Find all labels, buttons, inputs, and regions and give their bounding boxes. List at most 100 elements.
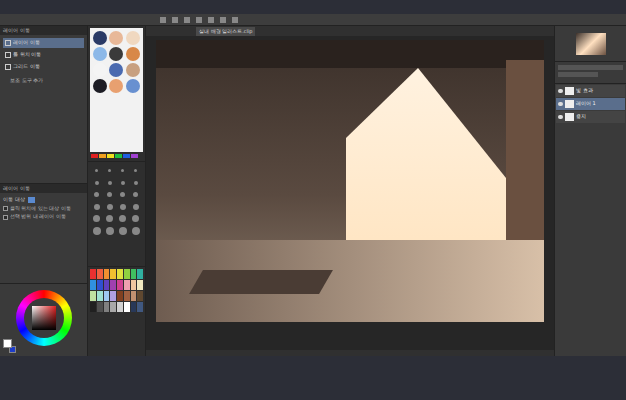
brush-size-dot[interactable] — [131, 202, 140, 211]
brush-size-dot[interactable] — [92, 178, 101, 187]
brush-size-dot[interactable] — [118, 202, 127, 211]
strip-swatch[interactable] — [115, 154, 122, 158]
color-set-cell[interactable] — [104, 269, 110, 279]
color-set-cell[interactable] — [97, 280, 103, 290]
brush-size-dot[interactable] — [92, 166, 101, 175]
brush-size-dot[interactable] — [105, 202, 114, 211]
color-set-cell[interactable] — [90, 291, 96, 301]
layer-row[interactable]: 용지 — [556, 111, 625, 123]
color-set-cell[interactable] — [137, 291, 143, 301]
property-option[interactable]: 클릭 위치에 있는 대상 이동 — [0, 206, 87, 213]
opacity-slider[interactable] — [558, 65, 623, 70]
color-set-cell[interactable] — [137, 269, 143, 279]
brush-size-dot[interactable] — [118, 190, 127, 199]
color-set-cell[interactable] — [90, 302, 96, 312]
color-set-cell[interactable] — [90, 269, 96, 279]
color-set-cell[interactable] — [97, 302, 103, 312]
brush-size-dot[interactable] — [118, 214, 127, 223]
color-set-cell[interactable] — [124, 280, 130, 290]
sub-tool-item[interactable]: 레이어 이동 — [3, 38, 84, 48]
panel-title: 레이어 이동 — [0, 26, 87, 35]
palette-blob[interactable] — [126, 63, 140, 77]
eye-icon[interactable] — [558, 89, 563, 93]
brush-size-dot[interactable] — [105, 214, 114, 223]
color-set-cell[interactable] — [124, 291, 130, 301]
sub-tool-item[interactable]: 툴 위치 이동 — [3, 50, 84, 60]
eye-icon[interactable] — [558, 102, 563, 106]
palette-blob[interactable] — [126, 31, 140, 45]
checkbox[interactable] — [3, 215, 8, 220]
brush-size-dot[interactable] — [105, 166, 114, 175]
saturation-box[interactable] — [32, 306, 56, 330]
layer-row[interactable]: 빛 효과 — [556, 85, 625, 97]
color-set-cell[interactable] — [131, 269, 137, 279]
color-set-cell[interactable] — [104, 291, 110, 301]
color-set-cell[interactable] — [90, 280, 96, 290]
color-set-cell[interactable] — [124, 269, 130, 279]
brush-size-dot[interactable] — [131, 226, 140, 235]
brush-size-dot[interactable] — [118, 178, 127, 187]
layer-name: 용지 — [576, 113, 586, 121]
color-set-cell[interactable] — [117, 302, 123, 312]
navigator-thumbnail[interactable] — [576, 33, 606, 55]
document-tab[interactable]: 실내 배경 일러스트.clip — [196, 27, 255, 36]
color-set-cell[interactable] — [110, 302, 116, 312]
color-set-cell[interactable] — [117, 291, 123, 301]
brush-size-dot[interactable] — [131, 178, 140, 187]
color-set-cell[interactable] — [131, 291, 137, 301]
color-wheel[interactable] — [16, 290, 72, 346]
brush-size-dot[interactable] — [105, 226, 114, 235]
palette-blob[interactable] — [93, 79, 107, 93]
color-set-cell[interactable] — [97, 291, 103, 301]
color-set-cell[interactable] — [104, 302, 110, 312]
palette-blob[interactable] — [93, 47, 107, 61]
brush-size-dot[interactable] — [92, 214, 101, 223]
brush-size-dot[interactable] — [92, 226, 101, 235]
add-sub-tool-button[interactable]: 보조 도구 추가 — [10, 77, 77, 85]
brush-size-dot[interactable] — [131, 190, 140, 199]
color-set-cell[interactable] — [131, 280, 137, 290]
color-set-cell[interactable] — [117, 280, 123, 290]
brush-size-dot[interactable] — [131, 214, 140, 223]
sub-tool-item[interactable]: 그리드 이동 — [3, 62, 84, 72]
eye-icon[interactable] — [558, 115, 563, 119]
palette-blob[interactable] — [93, 63, 107, 77]
palette-blob[interactable] — [126, 47, 140, 61]
blend-mode-box[interactable] — [558, 72, 598, 77]
brush-size-dot[interactable] — [92, 190, 101, 199]
palette-blob[interactable] — [109, 31, 123, 45]
color-set-cell[interactable] — [110, 269, 116, 279]
color-set-cell[interactable] — [131, 302, 137, 312]
color-set-cell[interactable] — [97, 269, 103, 279]
target-icon[interactable] — [28, 197, 35, 203]
color-set-cell[interactable] — [104, 280, 110, 290]
palette-blob[interactable] — [109, 63, 123, 77]
sub-tool-panel: 레이어 이동레이어 이동툴 위치 이동그리드 이동보조 도구 추가 — [0, 26, 87, 184]
brush-size-dot[interactable] — [105, 178, 114, 187]
brush-size-dot[interactable] — [131, 166, 140, 175]
artwork-canvas[interactable] — [156, 40, 544, 322]
color-set-cell[interactable] — [110, 291, 116, 301]
strip-swatch[interactable] — [131, 154, 138, 158]
strip-swatch[interactable] — [107, 154, 114, 158]
color-set-cell[interactable] — [137, 280, 143, 290]
strip-swatch[interactable] — [91, 154, 98, 158]
property-option[interactable]: 선택 범위 내 레이어 이동 — [0, 214, 87, 221]
palette-blob[interactable] — [93, 31, 107, 45]
brush-size-dot[interactable] — [92, 202, 101, 211]
brush-size-dot[interactable] — [118, 226, 127, 235]
palette-blob[interactable] — [126, 79, 140, 93]
color-set-cell[interactable] — [110, 280, 116, 290]
palette-blob[interactable] — [109, 47, 123, 61]
color-set-cell[interactable] — [117, 269, 123, 279]
strip-swatch[interactable] — [99, 154, 106, 158]
brush-size-dot[interactable] — [118, 166, 127, 175]
palette-blob[interactable] — [109, 79, 123, 93]
checkbox[interactable] — [3, 206, 8, 211]
main-color-swatch[interactable] — [3, 339, 12, 348]
strip-swatch[interactable] — [123, 154, 130, 158]
color-set-cell[interactable] — [124, 302, 130, 312]
color-set-cell[interactable] — [137, 302, 143, 312]
layer-row[interactable]: 레이어 1 — [556, 98, 625, 110]
brush-size-dot[interactable] — [105, 190, 114, 199]
